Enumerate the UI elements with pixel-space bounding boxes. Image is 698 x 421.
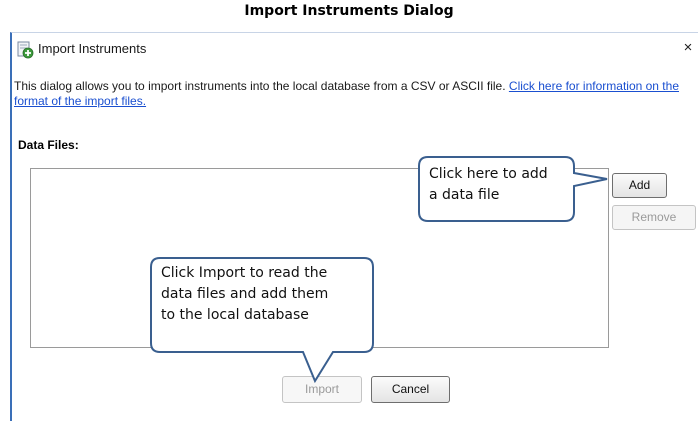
add-callout-line-2: a data file — [429, 187, 500, 203]
import-callout: Click Import to read the data files and … — [150, 257, 380, 384]
import-callout-line-2: data files and add them — [161, 286, 329, 302]
import-callout-line-1: Click Import to read the — [161, 265, 328, 281]
dialog-title: Import Instruments — [38, 41, 147, 56]
dialog-description: This dialog allows you to import instrum… — [14, 79, 694, 109]
add-button[interactable]: Add — [612, 173, 667, 198]
add-callout: Click here to add a data file — [418, 156, 618, 231]
cancel-button[interactable]: Cancel — [371, 376, 450, 403]
import-callout-line-3: to the local database — [161, 307, 309, 323]
remove-button: Remove — [612, 205, 696, 230]
dialog-titlebar: Import Instruments × — [12, 33, 698, 63]
add-callout-line-1: Click here to add — [429, 166, 548, 182]
figure-caption: Import Instruments Dialog — [244, 3, 454, 19]
close-icon[interactable]: × — [680, 39, 696, 57]
import-instruments-icon — [16, 41, 34, 59]
data-files-label: Data Files: — [18, 138, 79, 152]
description-text: This dialog allows you to import instrum… — [14, 79, 506, 93]
